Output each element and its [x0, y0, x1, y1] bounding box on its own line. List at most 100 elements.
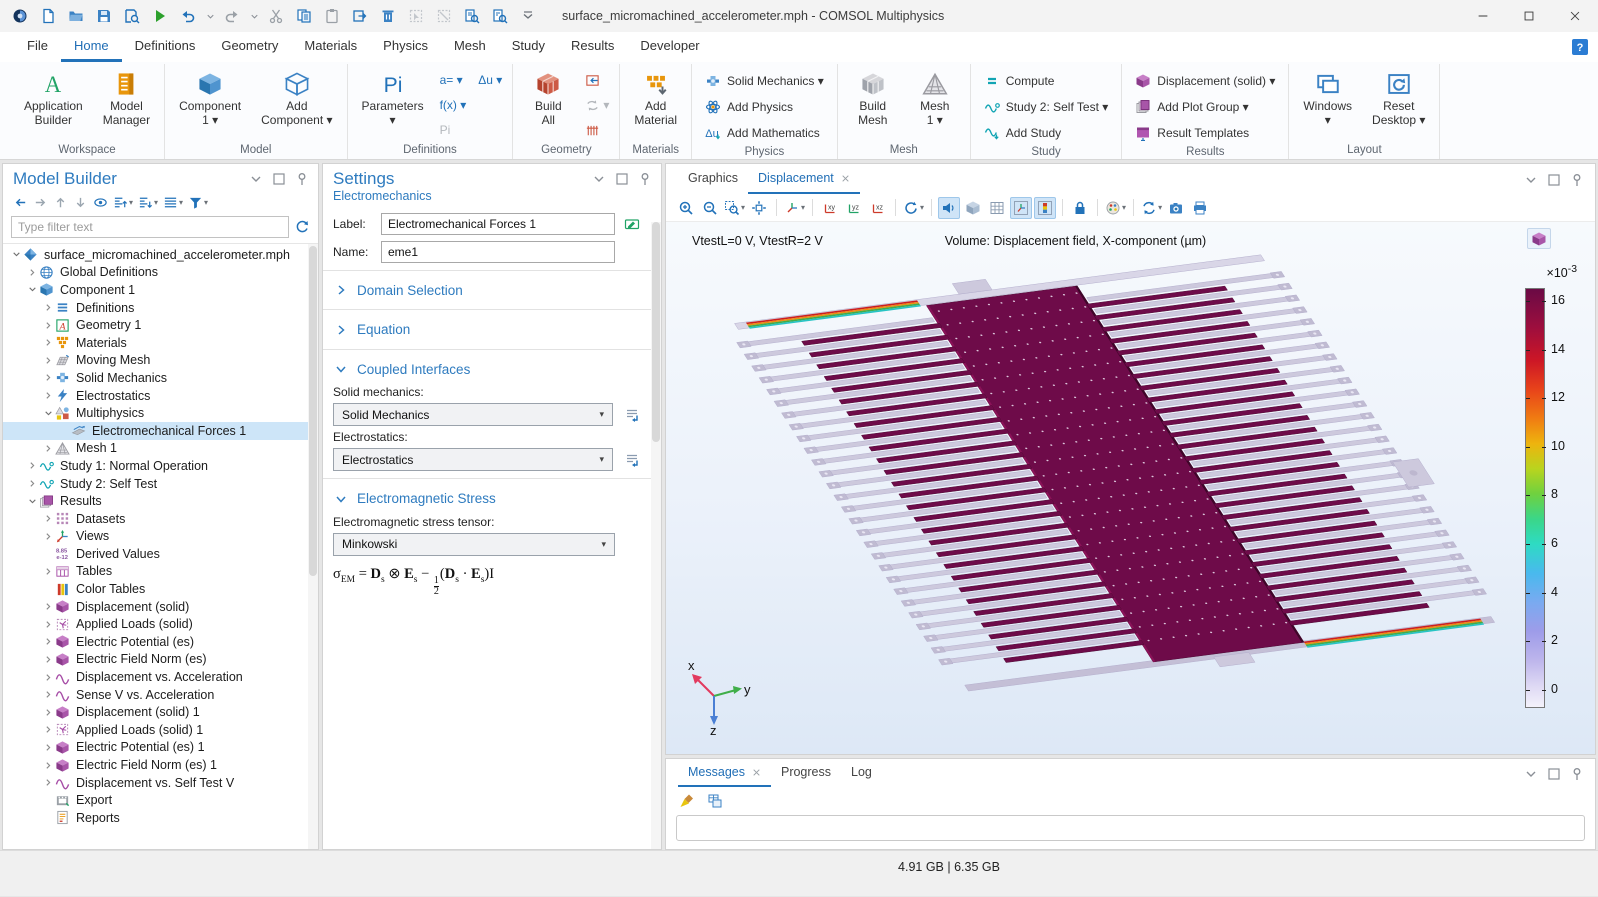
- float-window-icon[interactable]: [1546, 172, 1562, 188]
- filter-input[interactable]: Type filter text: [11, 216, 289, 238]
- expander-icon[interactable]: [43, 690, 54, 699]
- ribbon-button-add-mathematics[interactable]: ΔuAdd Mathematics: [699, 120, 826, 145]
- tree-item-moving-mesh[interactable]: Moving Mesh: [3, 352, 318, 370]
- tab-log[interactable]: Log: [841, 759, 882, 787]
- expander-icon[interactable]: [43, 655, 54, 664]
- expander-icon[interactable]: [27, 479, 38, 488]
- tree-item-electric-potential-es-1[interactable]: Electric Potential (es) 1: [3, 739, 318, 757]
- find-replace-icon[interactable]: [488, 3, 512, 29]
- view-yz-icon[interactable]: yz: [843, 197, 865, 219]
- undo-icon[interactable]: [176, 3, 200, 29]
- tree-item-displacement-vs-self-test-v[interactable]: Displacement vs. Self Test V: [3, 774, 318, 792]
- tree-item-global-definitions[interactable]: Global Definitions: [3, 264, 318, 282]
- tree-item-mesh-1[interactable]: Mesh 1: [3, 440, 318, 458]
- electrostatics-select[interactable]: Electrostatics▾: [333, 448, 613, 471]
- scene-box-icon[interactable]: [962, 197, 984, 219]
- ribbon-button-displacement-solid[interactable]: Displacement (solid) ▾: [1129, 68, 1281, 93]
- tree-item-electrostatics[interactable]: Electrostatics: [3, 387, 318, 405]
- save-icon[interactable]: [92, 3, 116, 29]
- expander-icon[interactable]: [43, 725, 54, 734]
- expander-icon[interactable]: [43, 356, 54, 365]
- ribbon-button-parameters[interactable]: PiParameters▾: [355, 66, 431, 127]
- menu-tab-results[interactable]: Results: [558, 32, 627, 62]
- ribbon-button-add-material[interactable]: AddMaterial: [627, 66, 684, 127]
- new-file-icon[interactable]: [36, 3, 60, 29]
- section-equation[interactable]: Equation: [333, 317, 643, 341]
- expander-icon[interactable]: [43, 778, 54, 787]
- ribbon-button-reset-desktop[interactable]: ResetDesktop ▾: [1365, 66, 1432, 127]
- zoom-out-icon[interactable]: [699, 197, 721, 219]
- axes-toggle-icon[interactable]: [1010, 197, 1032, 219]
- tree-item-multiphysics[interactable]: Multiphysics: [3, 404, 318, 422]
- run-icon[interactable]: [148, 3, 172, 29]
- menu-tab-geometry[interactable]: Geometry: [208, 32, 291, 62]
- stress-tensor-select[interactable]: Minkowski▾: [333, 533, 615, 556]
- ribbon-button-pi[interactable]: Pi: [437, 119, 470, 141]
- name-field[interactable]: eme1: [381, 241, 615, 263]
- pin-icon[interactable]: [294, 171, 310, 187]
- ribbon-button-solid-mechanics[interactable]: Solid Mechanics ▾: [699, 68, 830, 93]
- rotate-scene-icon[interactable]: ▾: [902, 197, 925, 219]
- expander-icon[interactable]: [43, 373, 54, 382]
- print-icon[interactable]: [1189, 197, 1211, 219]
- expander-icon[interactable]: [43, 761, 54, 770]
- find-icon[interactable]: [460, 3, 484, 29]
- ribbon-button-study-2-self-test[interactable]: Study 2: Self Test ▾: [978, 94, 1115, 119]
- close-icon[interactable]: [841, 171, 850, 185]
- go-to-source-icon[interactable]: [621, 404, 643, 426]
- expander-icon[interactable]: [27, 268, 38, 277]
- ribbon-button-application-builder[interactable]: AApplicationBuilder: [17, 66, 90, 127]
- pin-icon[interactable]: [1569, 766, 1585, 782]
- panel-menu-icon[interactable]: [1523, 172, 1539, 188]
- maximize-button[interactable]: [1506, 0, 1552, 32]
- expander-icon[interactable]: [43, 637, 54, 646]
- expander-icon[interactable]: [43, 391, 54, 400]
- zoom-extents-icon[interactable]: [748, 197, 770, 219]
- ribbon-button-add-physics[interactable]: Add Physics: [699, 94, 799, 119]
- solid-mechanics-select[interactable]: Solid Mechanics▾: [333, 403, 613, 426]
- expander-icon[interactable]: [43, 409, 54, 418]
- pin-icon[interactable]: [637, 171, 653, 187]
- lock-icon[interactable]: [1069, 197, 1091, 219]
- open-folder-icon[interactable]: [64, 3, 88, 29]
- menu-tab-developer[interactable]: Developer: [627, 32, 712, 62]
- move-down-icon[interactable]: [71, 192, 90, 212]
- ribbon-button-virtual-ops[interactable]: [582, 119, 612, 141]
- tree-item-definitions[interactable]: Definitions: [3, 299, 318, 317]
- expander-icon[interactable]: [43, 303, 54, 312]
- copy-icon[interactable]: [292, 3, 316, 29]
- ribbon-button-windows[interactable]: Windows▾: [1296, 66, 1359, 127]
- tree-item-study-1-normal-operation[interactable]: Study 1: Normal Operation: [3, 457, 318, 475]
- label-field[interactable]: Electromechanical Forces 1: [381, 213, 615, 235]
- tree-item-applied-loads-solid[interactable]: Applied Loads (solid): [3, 615, 318, 633]
- nav-forward-icon[interactable]: [31, 192, 50, 212]
- zoom-box-icon[interactable]: ▾: [723, 197, 746, 219]
- panel-menu-icon[interactable]: [248, 171, 264, 187]
- cut-icon[interactable]: [264, 3, 288, 29]
- speaker-icon[interactable]: [938, 197, 960, 219]
- ribbon-button-import-geometry[interactable]: [582, 69, 612, 91]
- expander-icon[interactable]: [27, 285, 38, 294]
- ribbon-button-mesh-1[interactable]: Mesh1 ▾: [907, 66, 963, 127]
- expander-icon[interactable]: [43, 620, 54, 629]
- tree-item-tables[interactable]: Tables: [3, 563, 318, 581]
- expander-icon[interactable]: [43, 708, 54, 717]
- grid-table-icon[interactable]: [986, 197, 1008, 219]
- tree-item-derived-values[interactable]: 8.85e-12Derived Values: [3, 545, 318, 563]
- messages-output[interactable]: [676, 815, 1585, 841]
- view-orientation-icon[interactable]: ▾: [783, 197, 806, 219]
- tree-item-surface-micromachined-accelerometer-mph[interactable]: surface_micromachined_accelerometer.mph: [3, 246, 318, 264]
- chev-tiny-icon[interactable]: [204, 3, 216, 29]
- copy-table-icon[interactable]: [704, 790, 726, 812]
- view-xy-icon[interactable]: xy: [819, 197, 841, 219]
- tree-item-materials[interactable]: Materials: [3, 334, 318, 352]
- expander-icon[interactable]: [43, 602, 54, 611]
- ribbon-button-add-plot-group[interactable]: Add Plot Group ▾: [1129, 94, 1254, 119]
- tree-item-color-tables[interactable]: Color Tables: [3, 580, 318, 598]
- expander-icon[interactable]: [43, 532, 54, 541]
- filter-funnel-icon[interactable]: ▾: [186, 192, 210, 212]
- section-coupled-interfaces[interactable]: Coupled Interfaces: [333, 357, 643, 381]
- tree-item-views[interactable]: Views: [3, 528, 318, 546]
- tree-item-electric-field-norm-es-1[interactable]: Electric Field Norm (es) 1: [3, 756, 318, 774]
- expander-icon[interactable]: [27, 461, 38, 470]
